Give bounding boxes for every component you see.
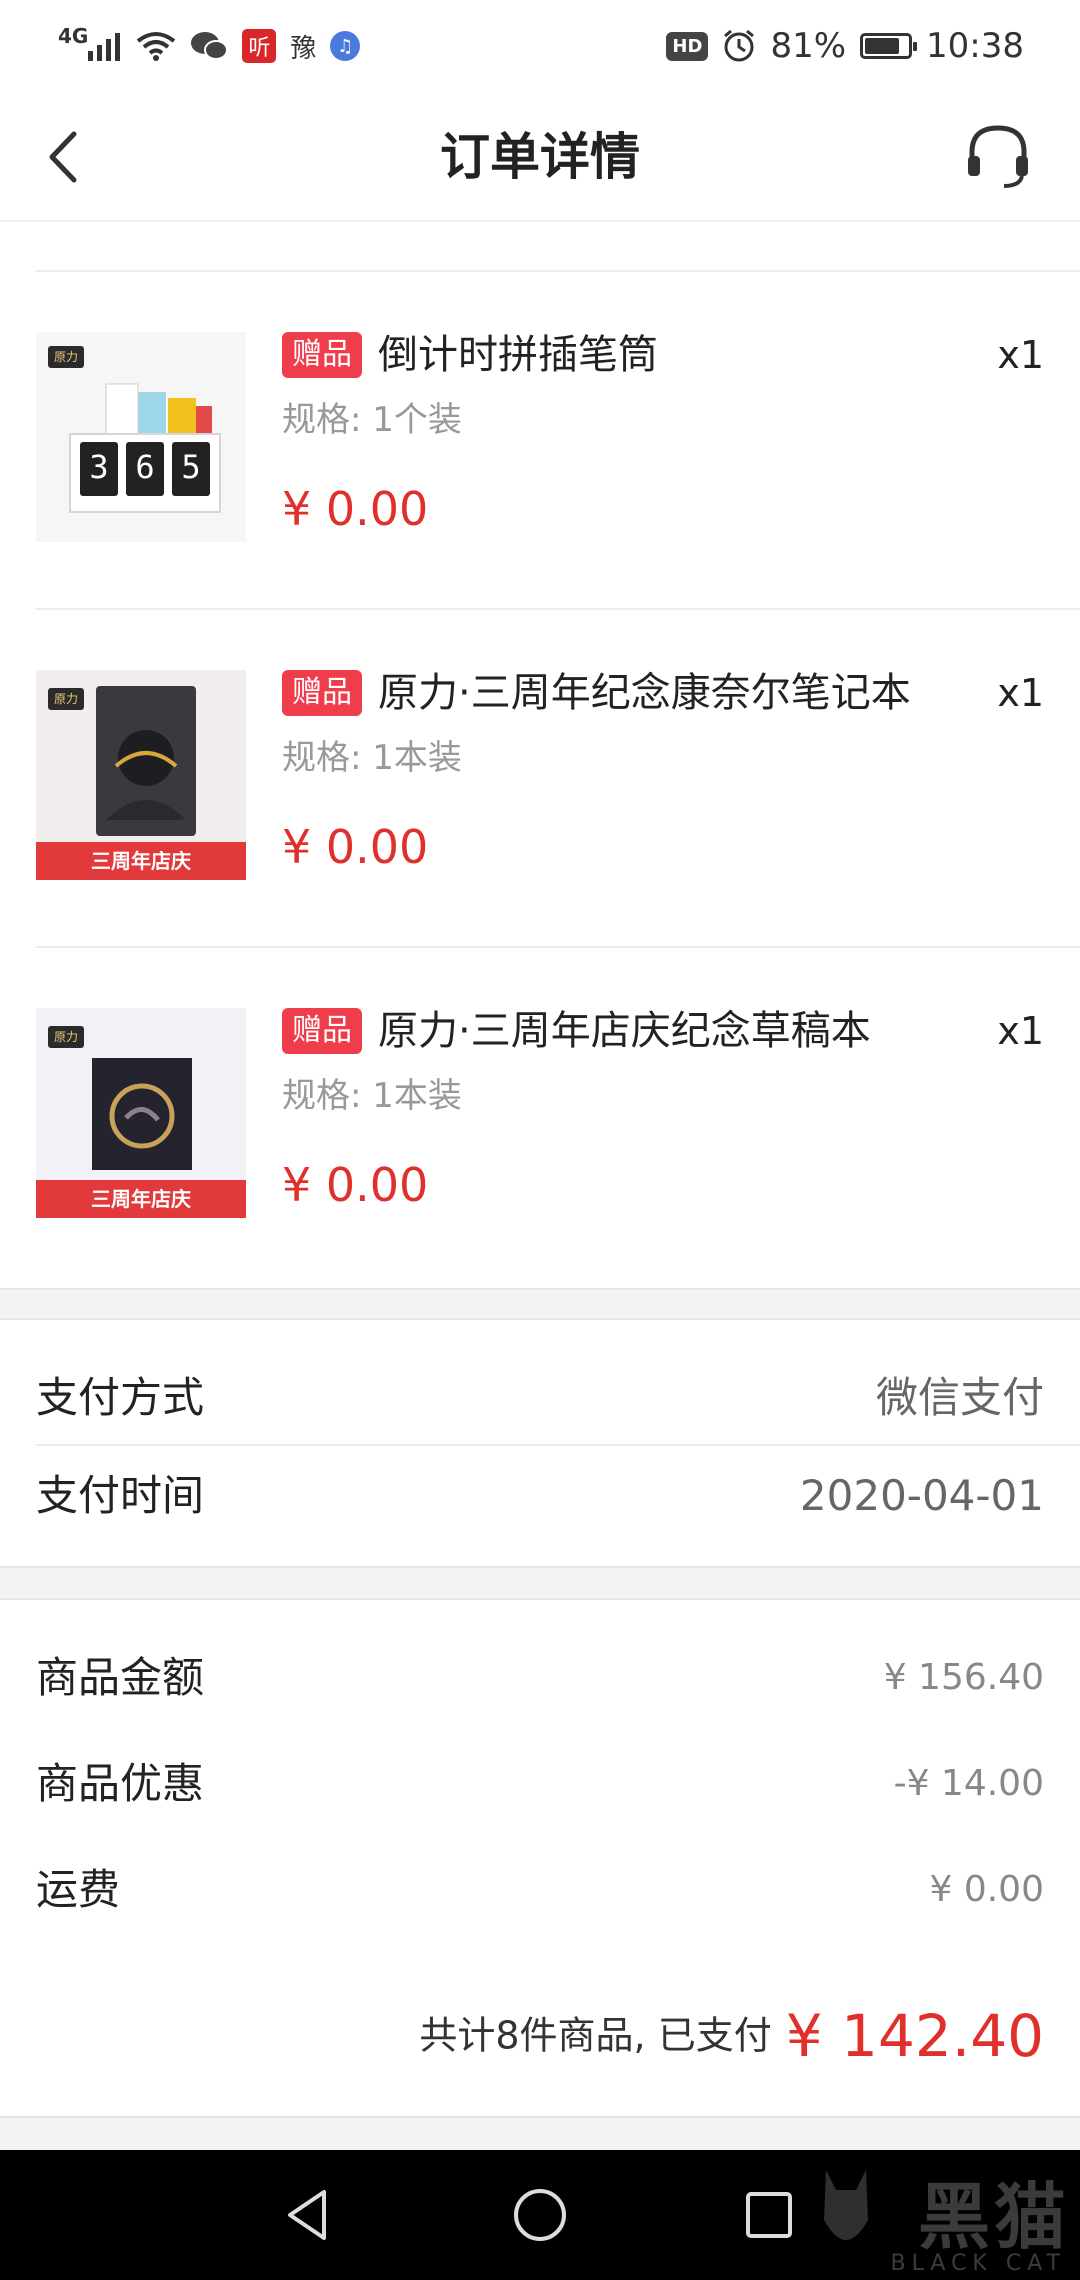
wifi-icon (136, 31, 176, 61)
product-price: ¥ 0.00 (282, 820, 429, 874)
section-gap (0, 1566, 1080, 1600)
thumb-digit: 3 (89, 448, 109, 486)
payment-time-label: 支付时间 (36, 1471, 205, 1520)
product-thumbnail[interactable]: 原力 3 6 5 (36, 332, 246, 542)
system-navigation-bar: 黑猫 BLACK CAT (0, 2150, 1080, 2280)
status-right: HD 81% 10:38 (666, 26, 1024, 66)
payment-time-value: 2020-04-01 (799, 1471, 1044, 1520)
product-name[interactable]: 倒计时拼插笔筒 (378, 324, 658, 386)
watermark-subtext: BLACK CAT (890, 2251, 1066, 2276)
battery-percent: 81% (770, 26, 847, 66)
listen-app-icon: 听 (242, 29, 277, 63)
thumb-digit: 6 (135, 448, 155, 486)
signal-icon: 4G (58, 24, 122, 61)
alarm-icon (722, 29, 756, 63)
product-name[interactable]: 原力·三周年纪念康奈尔笔记本 (378, 662, 911, 724)
thumb-brand-label: 原力 (53, 1030, 78, 1044)
discount-label: 商品优惠 (36, 1759, 205, 1808)
status-bar: 4G 听 豫 ♫ HD 81% 10:38 (0, 0, 1080, 92)
battery-fill (865, 38, 900, 54)
misc-app-icon: 豫 (290, 33, 317, 64)
cat-logo-icon (824, 2170, 868, 2240)
goods-amount-value: ¥ 156.40 (883, 1657, 1044, 1698)
payment-method-value: 微信支付 (875, 1373, 1044, 1422)
gift-badge: 赠品 (282, 332, 362, 378)
system-back-button[interactable] (274, 2180, 344, 2250)
thumb-brand-label: 原力 (53, 350, 78, 364)
product-spec: 规格: 1本装 (282, 738, 462, 778)
product-price: ¥ 0.00 (282, 1158, 429, 1212)
clock: 10:38 (926, 26, 1024, 66)
network-type: 4G (58, 24, 89, 48)
goods-amount-row: 商品金额 ¥ 156.40 (0, 1630, 1080, 1726)
watermark-text: 黑猫 (917, 2175, 1070, 2259)
product-item[interactable]: 原力 3 6 5 赠品 倒计时拼插笔筒 x1 规格: 1个装 ¥ 0.00 (0, 272, 1080, 610)
product-quantity: x1 (997, 1009, 1044, 1053)
total-paid-amount: ¥ 142.40 (785, 2001, 1044, 2070)
page-title: 订单详情 (440, 128, 640, 186)
watermark: 黑猫 BLACK CAT (800, 2150, 1080, 2280)
system-home-button[interactable] (505, 2180, 575, 2250)
product-thumbnail[interactable]: 原力 三周年店庆 (36, 670, 246, 880)
status-left: 4G 听 豫 ♫ (58, 24, 361, 65)
discount-row: 商品优惠 -¥ 14.00 (0, 1736, 1080, 1832)
discount-value: -¥ 14.00 (893, 1763, 1044, 1804)
battery-icon (860, 33, 918, 59)
product-quantity: x1 (997, 671, 1044, 715)
payment-method-row: 支付方式 微信支付 (0, 1350, 1080, 1446)
product-spec: 规格: 1本装 (282, 1076, 462, 1116)
shipping-label: 运费 (36, 1865, 121, 1914)
product-spec: 规格: 1个装 (282, 400, 462, 440)
triangle-back-icon (288, 2190, 326, 2240)
section-gap (0, 1288, 1080, 1320)
gift-badge: 赠品 (282, 1008, 362, 1054)
payment-time-row: 支付时间 2020-04-01 (0, 1448, 1080, 1544)
thumb-banner: 三周年店庆 (91, 849, 191, 873)
gift-badge: 赠品 (282, 670, 362, 716)
system-recents-button[interactable] (734, 2180, 804, 2250)
total-summary-text: 共计8件商品, 已支付 (419, 2013, 772, 2058)
square-recents-icon (746, 2192, 792, 2238)
hd-icon: HD (666, 31, 709, 61)
headset-icon (968, 125, 1028, 188)
thumb-banner: 三周年店庆 (91, 1187, 191, 1211)
shipping-row: 运费 ¥ 0.00 (0, 1842, 1080, 1938)
circle-home-icon (514, 2189, 566, 2241)
product-thumbnail[interactable]: 原力 三周年店庆 (36, 1008, 246, 1218)
divider (36, 1444, 1080, 1446)
goods-amount-label: 商品金额 (36, 1653, 205, 1702)
wechat-icon (190, 30, 229, 62)
order-total: 共计8件商品, 已支付 ¥ 142.40 (0, 1980, 1080, 2090)
section-gap (0, 2116, 1080, 2150)
product-name[interactable]: 原力·三周年店庆纪念草稿本 (378, 1000, 871, 1062)
thumb-brand-label: 原力 (53, 692, 78, 706)
header: 订单详情 (0, 92, 1080, 222)
product-item[interactable]: 原力 三周年店庆 赠品 原力·三周年店庆纪念草稿本 x1 规格: 1本装 ¥ 0… (0, 948, 1080, 1286)
music-app-icon: ♫ (330, 31, 361, 61)
thumb-digit: 5 (181, 448, 201, 486)
product-item[interactable]: 原力 三周年店庆 赠品 原力·三周年纪念康奈尔笔记本 x1 规格: 1本装 ¥ … (0, 610, 1080, 948)
shipping-value: ¥ 0.00 (929, 1869, 1044, 1910)
product-price: ¥ 0.00 (282, 482, 429, 536)
payment-method-label: 支付方式 (36, 1373, 205, 1422)
customer-service-button[interactable] (960, 118, 1036, 194)
product-quantity: x1 (997, 333, 1044, 377)
